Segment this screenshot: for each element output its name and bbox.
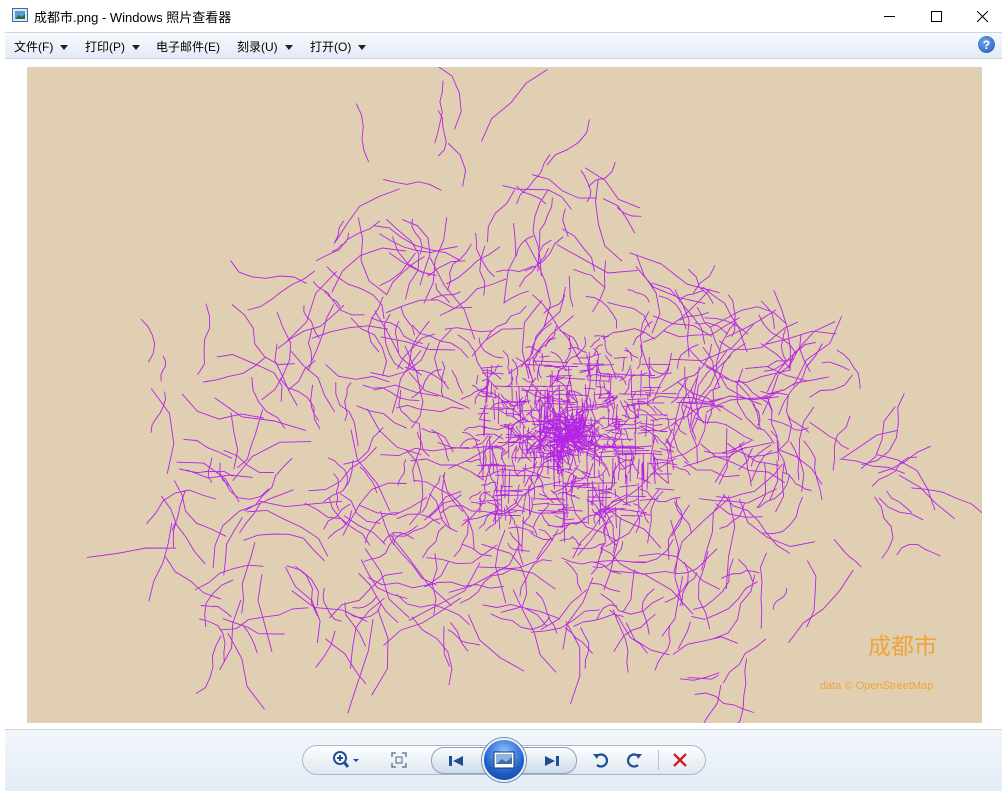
rotate-counterclockwise-button[interactable]	[590, 749, 612, 771]
menu-open-label: 打开(O)	[310, 40, 352, 54]
menu-print[interactable]: 打印(P)	[85, 38, 140, 55]
window-title: 成都市.png - Windows 照片查看器	[34, 10, 232, 25]
menu-burn-label: 刻录(U)	[237, 40, 278, 54]
next-button[interactable]	[536, 750, 568, 771]
rotate-clockwise-button[interactable]	[623, 749, 645, 771]
map-credit: data © OpenStreetMap	[820, 680, 934, 692]
actual-size-icon	[391, 752, 407, 768]
delete-icon	[673, 753, 687, 767]
previous-icon	[449, 755, 463, 766]
previous-button[interactable]	[440, 750, 472, 771]
dropdown-arrow-icon	[60, 44, 69, 50]
photo-viewer-app-icon	[12, 8, 28, 22]
zoom-icon	[333, 751, 359, 768]
menu-print-label: 打印(P)	[85, 40, 125, 54]
menu-file[interactable]: 文件(F)	[14, 38, 69, 55]
displayed-image[interactable]: 成都市 data © OpenStreetMap	[27, 67, 982, 723]
road-lines	[86, 67, 982, 723]
slideshow-icon	[493, 751, 515, 769]
maximize-icon	[930, 10, 942, 22]
actual-size-button[interactable]	[388, 749, 410, 771]
menu-burn[interactable]: 刻录(U)	[237, 38, 293, 55]
menu-open[interactable]: 打开(O)	[310, 38, 367, 55]
map-caption: 成都市	[868, 633, 937, 659]
dropdown-arrow-icon	[358, 44, 367, 50]
help-button[interactable]: ?	[978, 36, 995, 53]
delete-button[interactable]	[669, 749, 691, 771]
close-icon	[976, 10, 988, 22]
menu-email[interactable]: 电子邮件(E)	[156, 38, 220, 55]
title-bar: 成都市.png - Windows 照片查看器	[0, 0, 1008, 32]
minimize-button[interactable]	[866, 0, 912, 32]
road-network-map	[86, 67, 982, 723]
rotate-clockwise-icon	[626, 753, 642, 768]
dropdown-arrow-icon	[284, 44, 293, 50]
menu-bar: 文件(F) 打印(P) 电子邮件(E) 刻录(U) 打开(O)	[5, 32, 1002, 59]
minimize-icon	[883, 15, 895, 17]
menu-email-label: 电子邮件(E)	[156, 40, 220, 54]
close-button[interactable]	[959, 0, 1005, 32]
toolbar-separator	[658, 750, 659, 770]
dropdown-arrow-icon	[132, 44, 140, 50]
maximize-button[interactable]	[913, 0, 959, 32]
help-icon: ?	[982, 37, 991, 52]
menu-file-label: 文件(F)	[14, 40, 54, 54]
next-icon	[545, 755, 559, 766]
slideshow-button[interactable]	[482, 738, 526, 782]
zoom-button[interactable]	[328, 749, 364, 771]
rotate-counterclockwise-icon	[593, 753, 609, 768]
